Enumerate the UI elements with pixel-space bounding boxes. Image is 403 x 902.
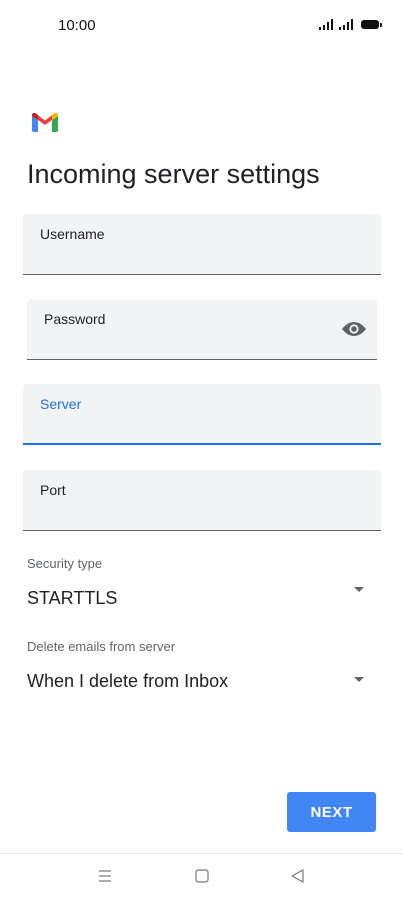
status-icons bbox=[319, 18, 382, 30]
port-field[interactable]: Port bbox=[23, 470, 381, 531]
status-bar: 10:00 bbox=[0, 0, 403, 52]
security-type-value: STARTTLS bbox=[27, 588, 118, 608]
battery-icon bbox=[361, 20, 382, 29]
username-label: Username bbox=[40, 226, 105, 242]
next-button[interactable]: NEXT bbox=[287, 792, 376, 832]
port-label: Port bbox=[40, 482, 66, 498]
status-time: 10:00 bbox=[58, 17, 96, 34]
back-icon[interactable] bbox=[288, 866, 308, 886]
delete-emails-dropdown[interactable]: Delete emails from server When I delete … bbox=[27, 639, 377, 691]
signal-icon bbox=[319, 18, 333, 30]
page-title: Incoming server settings bbox=[27, 159, 320, 189]
delete-emails-label: Delete emails from server bbox=[27, 639, 176, 654]
dropdown-arrow-icon bbox=[354, 587, 364, 592]
menu-icon[interactable] bbox=[95, 866, 115, 886]
eye-icon[interactable] bbox=[341, 319, 367, 339]
username-field[interactable]: Username bbox=[23, 214, 381, 275]
server-field[interactable]: Server bbox=[23, 384, 381, 445]
dropdown-arrow-icon bbox=[354, 677, 364, 682]
signal-icon-2 bbox=[339, 18, 353, 30]
server-label: Server bbox=[40, 396, 82, 412]
password-label: Password bbox=[44, 311, 106, 327]
password-field[interactable]: Password bbox=[27, 299, 377, 360]
security-type-dropdown[interactable]: Security type STARTTLS bbox=[27, 556, 377, 608]
home-icon[interactable] bbox=[192, 866, 212, 886]
nav-divider bbox=[0, 853, 403, 854]
gmail-logo-icon bbox=[32, 112, 58, 132]
security-type-label: Security type bbox=[27, 556, 103, 571]
delete-emails-value: When I delete from Inbox bbox=[27, 671, 229, 691]
